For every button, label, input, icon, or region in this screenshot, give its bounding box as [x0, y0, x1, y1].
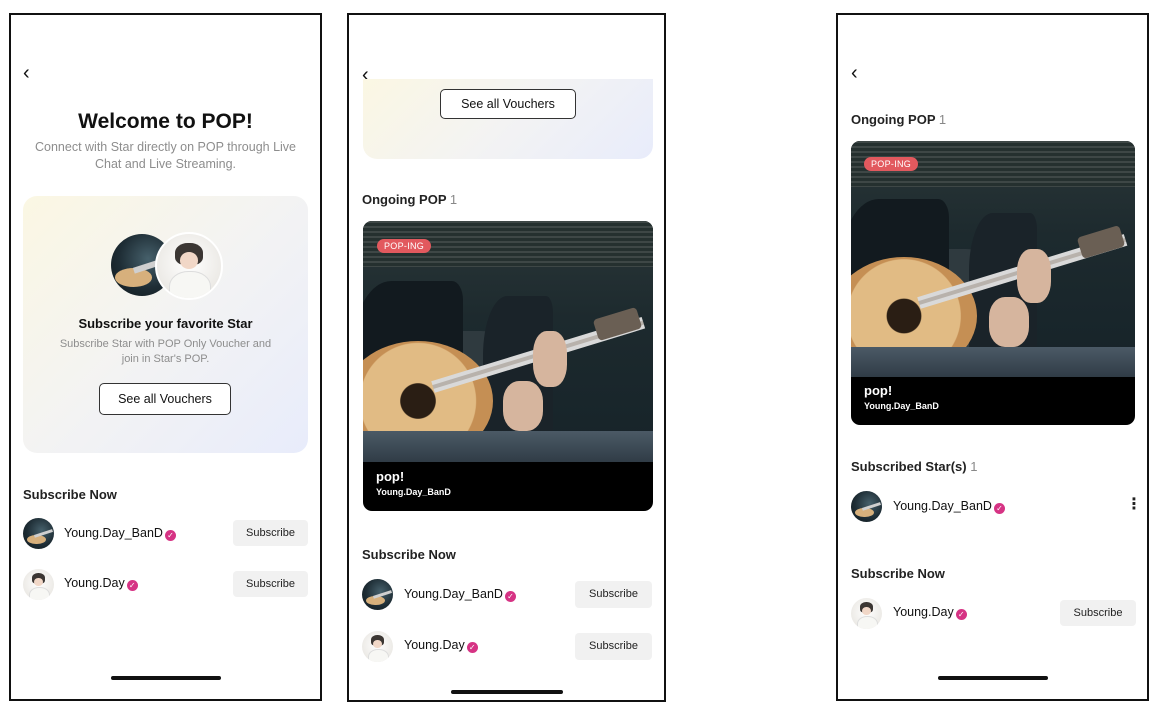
ongoing-pop-count: 1	[938, 112, 947, 127]
avatar	[851, 598, 882, 629]
subscribe-promo-card: Subscribe your favorite Star Subscribe S…	[23, 196, 308, 453]
avatar	[851, 491, 882, 522]
ongoing-pop-card[interactable]: POP-ING pop! Young.Day_BanD	[851, 141, 1135, 425]
ongoing-pop-title: Ongoing POP 1	[362, 192, 457, 207]
subscribe-now-title: Subscribe Now	[851, 566, 945, 581]
subscribe-button[interactable]: Subscribe	[575, 633, 652, 660]
subscribe-now-title: Subscribe Now	[23, 487, 117, 502]
home-indicator	[111, 676, 221, 680]
home-indicator	[451, 690, 563, 694]
card-artist: Young.Day_BanD	[864, 401, 939, 411]
avatar	[23, 518, 54, 549]
screen-welcome: ‹ Welcome to POP! Connect with Star dire…	[9, 13, 322, 701]
ongoing-pop-count: 1	[449, 192, 458, 207]
live-thumbnail	[363, 221, 653, 462]
subscribe-now-title: Subscribe Now	[362, 547, 456, 562]
card-title: pop!	[864, 383, 893, 398]
pop-ing-badge: POP-ING	[864, 157, 919, 171]
card-artist: Young.Day_BanD	[376, 487, 451, 497]
see-all-vouchers-button[interactable]: See all Vouchers	[440, 89, 576, 119]
subscribe-button[interactable]: Subscribe	[233, 571, 308, 597]
list-item: Young.Day ✓ Subscribe	[838, 596, 1147, 632]
promo-title: Subscribe your favorite Star	[78, 316, 253, 331]
list-item: Young.Day ✓ Subscribe	[349, 629, 664, 665]
star-name: Young.Day	[404, 638, 465, 652]
subscribed-stars-title: Subscribed Star(s) 1	[851, 459, 977, 474]
star-name: Young.Day	[64, 576, 125, 590]
verified-check-icon: ✓	[126, 580, 138, 591]
back-icon[interactable]: ‹	[851, 63, 858, 83]
back-icon[interactable]: ‹	[23, 63, 30, 83]
page-title: Welcome to POP!	[78, 110, 253, 133]
verified-check-icon: ✓	[504, 591, 516, 602]
live-thumbnail	[851, 141, 1135, 377]
promo-description: Subscribe Star with POP Only Voucher and…	[59, 338, 272, 365]
verified-check-icon: ✓	[993, 503, 1005, 514]
screen-subscribed: ‹ Ongoing POP 1 POP-ING pop! Young.Day_B…	[836, 13, 1149, 701]
ongoing-pop-label: Ongoing POP	[851, 112, 936, 127]
avatar	[362, 579, 393, 610]
star-name: Young.Day_BanD	[893, 499, 992, 513]
subscribe-promo-card: See all Vouchers	[363, 79, 653, 159]
screen-ongoing-scrolled: ‹ See all Vouchers Ongoing POP 1 POP-ING…	[347, 13, 666, 702]
list-item: Young.Day_BanD ✓ Subscribe	[349, 577, 664, 613]
page-subtitle: Connect with Star directly on POP throug…	[34, 140, 297, 171]
avatar	[362, 631, 393, 662]
see-all-vouchers-button[interactable]: See all Vouchers	[99, 383, 231, 415]
star-avatar-person	[155, 232, 223, 300]
ongoing-pop-title: Ongoing POP 1	[851, 112, 946, 127]
verified-check-icon: ✓	[164, 530, 176, 541]
avatar	[23, 569, 54, 600]
card-title: pop!	[376, 469, 405, 484]
list-item: Young.Day_BanD ✓ ⋮	[838, 489, 1147, 525]
star-name: Young.Day	[893, 605, 954, 619]
star-name: Young.Day_BanD	[64, 526, 163, 540]
ongoing-pop-label: Ongoing POP	[362, 192, 447, 207]
star-name: Young.Day_BanD	[404, 587, 503, 601]
ongoing-pop-card[interactable]: POP-ING pop! Young.Day_BanD	[363, 221, 653, 511]
subscribed-stars-count: 1	[970, 459, 978, 474]
subscribe-button[interactable]: Subscribe	[233, 520, 308, 546]
subscribe-button[interactable]: Subscribe	[575, 581, 652, 608]
home-indicator	[938, 676, 1048, 680]
pop-ing-badge: POP-ING	[377, 239, 432, 253]
list-item: Young.Day ✓ Subscribe	[11, 568, 320, 604]
more-vertical-icon[interactable]: ⋮	[1126, 497, 1142, 513]
verified-check-icon: ✓	[955, 609, 967, 620]
verified-check-icon: ✓	[466, 642, 478, 653]
subscribed-stars-label: Subscribed Star(s)	[851, 459, 967, 474]
list-item: Young.Day_BanD ✓ Subscribe	[11, 517, 320, 553]
subscribe-button[interactable]: Subscribe	[1060, 600, 1136, 626]
